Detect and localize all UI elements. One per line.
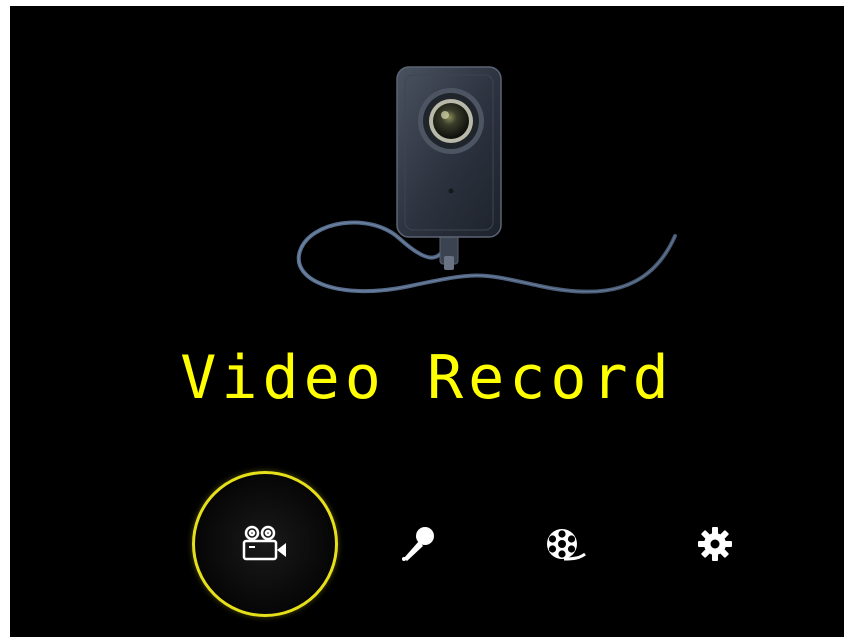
menu-item-video-record[interactable] bbox=[192, 471, 338, 617]
menu-item-settings[interactable] bbox=[642, 471, 788, 617]
microphone-icon bbox=[402, 527, 434, 561]
body-camera-illustration bbox=[296, 66, 677, 294]
gear-icon bbox=[698, 527, 732, 561]
mode-menu bbox=[10, 466, 844, 626]
menu-item-audio-record[interactable] bbox=[345, 471, 491, 617]
film-reel-icon bbox=[547, 529, 586, 561]
mode-title: Video Record bbox=[180, 343, 674, 413]
selection-ring bbox=[192, 471, 338, 617]
menu-item-playback[interactable] bbox=[492, 471, 638, 617]
device-screen: Video Record bbox=[10, 6, 844, 637]
